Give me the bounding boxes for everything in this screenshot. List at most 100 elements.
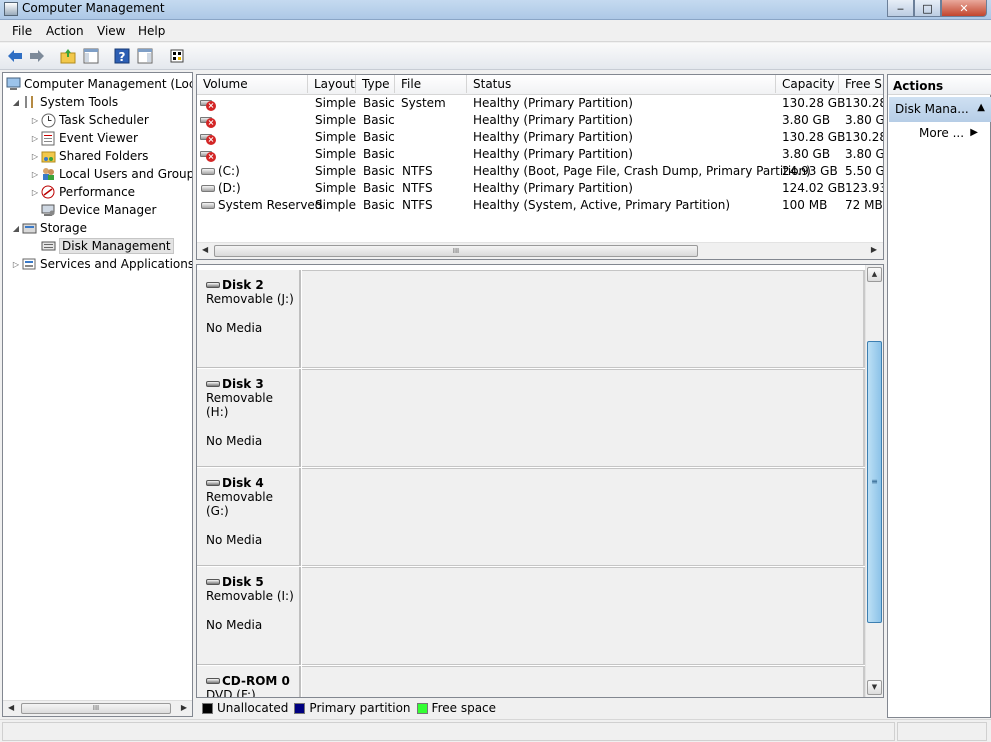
disk-label[interactable]: Disk 2 Removable (J:) No Media	[197, 270, 301, 368]
submenu-arrow-icon[interactable]: ▶	[970, 127, 978, 138]
column-type[interactable]: Type	[356, 75, 395, 93]
disk-label[interactable]: Disk 4 Removable (G:) No Media	[197, 468, 301, 566]
show-action-pane-button[interactable]	[136, 47, 154, 65]
menu-bar: File Action View Help	[0, 20, 991, 42]
close-button[interactable]: ✕	[941, 0, 987, 17]
table-row[interactable]: × Simple Basic Healthy (Primary Partitio…	[197, 95, 883, 112]
scroll-down-icon[interactable]: ▼	[867, 680, 882, 695]
disk-label[interactable]: Disk 3 Removable (H:) No Media	[197, 369, 301, 467]
removable-disk-icon	[206, 480, 220, 486]
status-bar	[0, 719, 991, 742]
layout-cell: Simple	[315, 147, 356, 161]
tree-item-performance[interactable]: ▷ Performance	[30, 184, 135, 200]
menu-view[interactable]: View	[97, 24, 125, 38]
tree-item-task-scheduler[interactable]: ▷ Task Scheduler	[30, 112, 149, 128]
tree-scroll-thumb[interactable]: III	[21, 703, 171, 714]
disk-partition-area[interactable]	[302, 567, 865, 665]
capacity-cell: 124.02 GB	[782, 181, 846, 195]
disk-type: DVD (F:)	[206, 688, 256, 698]
column-free-space[interactable]: Free Sp	[839, 75, 883, 93]
expand-arrow-icon[interactable]: ▷	[30, 170, 40, 179]
menu-file[interactable]: File	[12, 24, 32, 38]
volume-cell: ×	[200, 147, 216, 162]
free-space-cell: 130.28	[845, 130, 883, 144]
console-tree: Computer Management (Local ◢ System Tool…	[2, 72, 193, 717]
more-actions-link[interactable]: More ...	[919, 126, 964, 140]
tree-item-shared-folders[interactable]: ▷ Shared Folders	[30, 148, 148, 164]
collapse-section-icon[interactable]: ▲	[977, 102, 985, 113]
tree-item-local-users[interactable]: ▷ Local Users and Groups	[30, 166, 192, 182]
menu-action[interactable]: Action	[46, 24, 84, 38]
column-status[interactable]: Status	[467, 75, 776, 93]
table-row[interactable]: × Simple Basic Healthy (Primary Partitio…	[197, 146, 883, 163]
volume-list-horizontal-scrollbar[interactable]: ◀ III ▶	[197, 242, 883, 259]
disk-pane-vertical-scrollbar[interactable]: ▲ ≡ ▼	[865, 265, 883, 697]
disk-pane-scroll-thumb[interactable]: ≡	[867, 341, 882, 623]
menu-help[interactable]: Help	[138, 24, 165, 38]
show-hide-tree-button[interactable]	[82, 47, 100, 65]
column-file-system[interactable]: File System	[395, 75, 467, 110]
tree-item-event-viewer[interactable]: ▷ Event Viewer	[30, 130, 138, 146]
tree-item-computer-management[interactable]: Computer Management (Local	[5, 76, 193, 92]
disk-partition-area[interactable]	[302, 270, 865, 368]
tree-item-system-tools[interactable]: ◢ System Tools	[11, 94, 118, 110]
table-row[interactable]: System Reserved Simple Basic NTFS Health…	[197, 197, 883, 214]
type-cell: Basic	[363, 96, 395, 110]
column-capacity[interactable]: Capacity	[776, 75, 839, 93]
tree-label: Performance	[59, 185, 136, 199]
column-layout[interactable]: Layout	[308, 75, 356, 93]
disk-partition-area[interactable]	[302, 369, 865, 467]
disk-row[interactable]: Disk 2 Removable (J:) No Media	[197, 270, 865, 368]
collapse-arrow-icon[interactable]: ◢	[11, 98, 21, 107]
up-one-level-button[interactable]	[59, 47, 77, 65]
back-button[interactable]	[6, 47, 24, 65]
forward-button[interactable]	[28, 47, 46, 65]
disk-row[interactable]: Disk 5 Removable (I:) No Media	[197, 567, 865, 665]
volume-list-scroll-thumb[interactable]: III	[214, 245, 698, 257]
tree-label: Storage	[40, 221, 87, 235]
table-row[interactable]: (D:) Simple Basic NTFS Healthy (Primary …	[197, 180, 883, 197]
tree-item-device-manager[interactable]: Device Manager	[40, 202, 156, 218]
disk-label[interactable]: Disk 5 Removable (I:) No Media	[197, 567, 301, 665]
shared-folder-icon	[40, 148, 56, 164]
tree-label: Computer Management (Local	[24, 77, 193, 91]
tree-item-disk-management[interactable]: Disk Management	[40, 238, 174, 254]
column-volume[interactable]: Volume	[197, 75, 308, 93]
actions-section-disk-management[interactable]: Disk Mana... ▲	[889, 97, 991, 122]
scroll-up-icon[interactable]: ▲	[867, 267, 882, 282]
scroll-left-icon[interactable]: ◀	[202, 245, 208, 254]
table-row[interactable]: × Simple Basic Healthy (Primary Partitio…	[197, 129, 883, 146]
expand-arrow-icon[interactable]: ▷	[30, 152, 40, 161]
free-space-cell: 130.28	[845, 96, 883, 110]
collapse-arrow-icon[interactable]: ◢	[11, 224, 21, 233]
free-space-cell: 72 MB	[845, 198, 883, 212]
disk-row[interactable]: Disk 4 Removable (G:) No Media	[197, 468, 865, 566]
help-button[interactable]: ?	[113, 47, 131, 65]
disk-row[interactable]: CD-ROM 0 DVD (F:)	[197, 666, 865, 698]
maximize-button[interactable]: □	[914, 0, 941, 17]
expand-arrow-icon[interactable]: ▷	[30, 116, 40, 125]
disk-partition-area[interactable]	[302, 468, 865, 566]
tree-item-storage[interactable]: ◢ Storage	[11, 220, 87, 236]
disk-label[interactable]: CD-ROM 0 DVD (F:)	[197, 666, 301, 698]
expand-arrow-icon[interactable]: ▷	[30, 134, 40, 143]
expand-arrow-icon[interactable]: ▷	[30, 188, 40, 197]
status-cell: Healthy (Primary Partition)	[473, 113, 633, 127]
disk-row[interactable]: Disk 3 Removable (H:) No Media	[197, 369, 865, 467]
scroll-right-icon[interactable]: ▶	[871, 245, 877, 254]
expand-arrow-icon[interactable]: ▷	[11, 260, 21, 269]
scroll-left-icon[interactable]: ◀	[8, 703, 14, 712]
minimize-button[interactable]: ‒	[887, 0, 914, 17]
layout-cell: Simple	[315, 113, 356, 127]
table-row[interactable]: (C:) Simple Basic NTFS Healthy (Boot, Pa…	[197, 163, 883, 180]
tree-item-services-applications[interactable]: ▷ Services and Applications	[11, 256, 192, 272]
table-row[interactable]: × Simple Basic Healthy (Primary Partitio…	[197, 112, 883, 129]
disk-type: Removable (G:)	[206, 490, 274, 518]
tree-horizontal-scrollbar[interactable]: ◀ III ▶	[3, 700, 192, 716]
tree-label: Event Viewer	[59, 131, 138, 145]
disk-partition-area[interactable]	[302, 666, 865, 697]
disk-graphical-view: Disk 2 Removable (J:) No Media Disk 3 Re…	[196, 264, 884, 698]
scroll-right-icon[interactable]: ▶	[181, 703, 187, 712]
volume-error-icon: ×	[200, 148, 216, 162]
properties-button[interactable]	[168, 47, 186, 65]
